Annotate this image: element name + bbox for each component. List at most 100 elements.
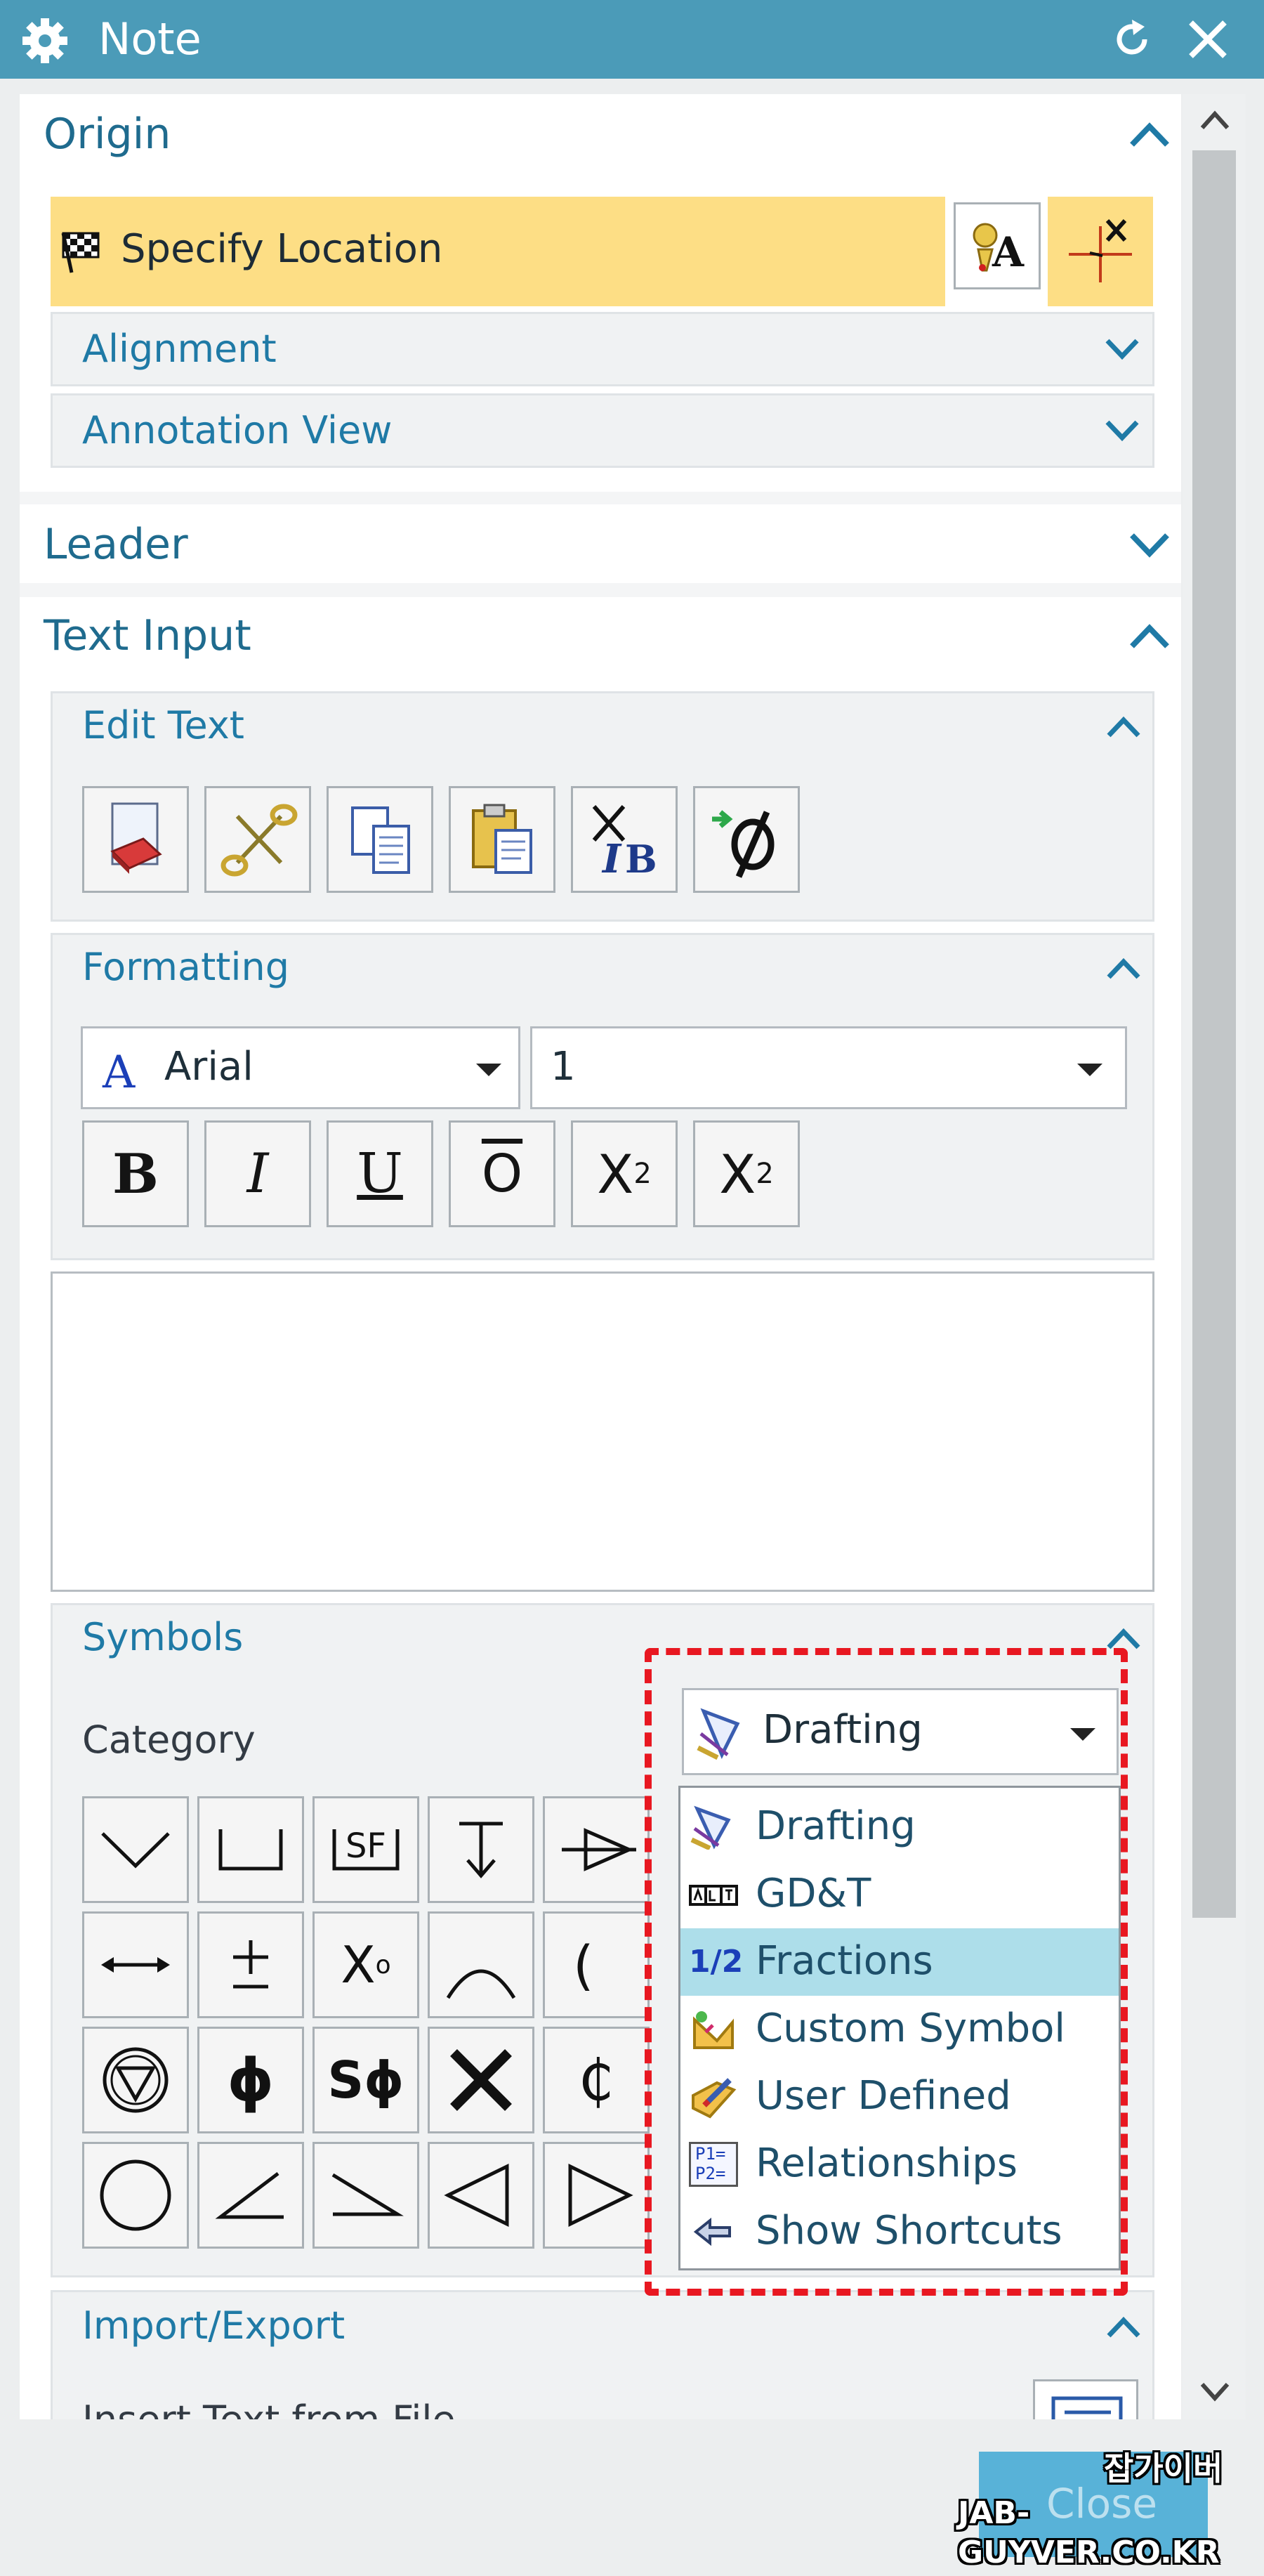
- chevron-up-icon[interactable]: [1106, 716, 1141, 740]
- degree-base: X: [341, 1935, 376, 1994]
- paste-button[interactable]: [449, 786, 555, 893]
- font-icon: A: [102, 1047, 136, 1094]
- formatting-header[interactable]: Formatting: [82, 945, 289, 990]
- centerline-label: ₵: [578, 2047, 614, 2113]
- point-dialog-button[interactable]: [1048, 197, 1153, 306]
- symbol-depth[interactable]: [428, 1796, 534, 1903]
- degree-label: Xo: [315, 1914, 417, 2016]
- insert-text-from-file-label: Insert Text from File: [82, 2398, 456, 2419]
- scrollbar-thumb[interactable]: [1192, 150, 1236, 1918]
- origin-tool-button[interactable]: A: [954, 202, 1041, 289]
- specify-location-row[interactable]: Specify Location: [51, 197, 945, 306]
- plus-minus-icon: [233, 1940, 268, 1989]
- subscript-label: X2: [695, 1123, 798, 1225]
- annotation-view-row[interactable]: Annotation View: [51, 393, 1154, 468]
- insert-symbol-button[interactable]: [693, 786, 800, 893]
- symbol-spotface[interactable]: SF: [312, 1796, 419, 1903]
- caret-down-icon: [1077, 1064, 1102, 1076]
- chevron-up-icon[interactable]: [1128, 121, 1171, 149]
- font-select[interactable]: A Arial: [81, 1026, 520, 1109]
- symbol-arc[interactable]: [428, 1911, 534, 2018]
- font-size-value: 1: [551, 1044, 576, 1090]
- text-input-header[interactable]: Text Input: [44, 611, 251, 660]
- symbol-spherical-diameter[interactable]: Sϕ: [312, 2027, 419, 2133]
- copy-button[interactable]: [327, 786, 433, 893]
- italic-button[interactable]: I: [204, 1120, 311, 1227]
- insert-file-button[interactable]: [1033, 2379, 1138, 2419]
- overline-button[interactable]: O: [449, 1120, 555, 1227]
- symbol-triangle-left[interactable]: [428, 2142, 534, 2249]
- cut-button[interactable]: [204, 786, 311, 893]
- spherical-diameter-label: Sϕ: [327, 2051, 404, 2110]
- bold-x-icon: [450, 2049, 512, 2111]
- superscript-exp: 2: [633, 1158, 652, 1190]
- leader-group[interactable]: Leader: [20, 504, 1181, 583]
- double-arrow-icon: [101, 1957, 170, 1973]
- edit-text-panel: Edit Text I B: [51, 691, 1154, 922]
- copy-icon: [351, 806, 410, 874]
- symbol-centerline[interactable]: ₵: [543, 2027, 650, 2133]
- arc-icon: [446, 1969, 516, 1999]
- subscript-button[interactable]: X2: [693, 1120, 800, 1227]
- paren-label: (: [573, 1933, 594, 1996]
- paste-icon: [472, 804, 532, 874]
- bold-label: B: [112, 1142, 159, 1206]
- gear-icon[interactable]: [20, 15, 70, 66]
- remove-format-icon: I B: [592, 805, 657, 882]
- bold-button[interactable]: B: [82, 1120, 189, 1227]
- counterbore-icon: [218, 1829, 283, 1871]
- specify-location-label: Specify Location: [121, 226, 443, 272]
- symbol-triangle-right[interactable]: [543, 2142, 650, 2249]
- origin-group: Origin Specify Location A Alignment Anno…: [20, 94, 1181, 492]
- symbol-arc-length-arrows[interactable]: [82, 1911, 189, 2018]
- symbol-conical-taper[interactable]: [543, 1796, 650, 1903]
- symbol-degree[interactable]: Xo: [312, 1911, 419, 2018]
- symbol-all-around[interactable]: [82, 2027, 189, 2133]
- clear-text-button[interactable]: [82, 786, 189, 893]
- chevron-up-icon[interactable]: [1106, 957, 1141, 981]
- chevron-down-icon: [1105, 339, 1139, 360]
- symbol-open-paren[interactable]: (: [543, 1911, 650, 2018]
- superscript-button[interactable]: X2: [571, 1120, 678, 1227]
- symbol-slope[interactable]: [312, 2142, 419, 2249]
- svg-text:A: A: [992, 228, 1025, 276]
- insert-phi-icon: [712, 810, 775, 878]
- overline-label: O: [481, 1144, 523, 1204]
- file-import-icon: [1051, 2396, 1123, 2419]
- origin-header[interactable]: Origin: [44, 110, 171, 159]
- watermark-url: JAB-GUYVER.CO.KR: [958, 2495, 1220, 2570]
- text-edit-area[interactable]: [51, 1271, 1154, 1592]
- close-icon[interactable]: [1185, 17, 1230, 62]
- reset-icon[interactable]: [1110, 17, 1154, 62]
- underline-label: U: [357, 1142, 403, 1205]
- svg-text:A: A: [102, 1047, 136, 1094]
- spotface-label: SF: [345, 1826, 387, 1866]
- watermark-korean: 잡가이버: [1104, 2450, 1223, 2487]
- symbol-square[interactable]: [428, 2027, 534, 2133]
- alignment-row[interactable]: Alignment: [51, 312, 1154, 386]
- underline-button[interactable]: U: [327, 1120, 433, 1227]
- symbol-angularity[interactable]: [197, 2142, 304, 2249]
- import-export-header[interactable]: Import/Export: [82, 2303, 345, 2348]
- formatting-panel: Formatting A Arial 1 B I U O X 2 X 2: [51, 933, 1154, 1260]
- edit-text-header[interactable]: Edit Text: [82, 703, 244, 748]
- symbol-plus-minus[interactable]: [197, 1911, 304, 2018]
- font-size-select[interactable]: 1: [530, 1026, 1127, 1109]
- chevron-up-icon[interactable]: [1106, 2316, 1141, 2340]
- svg-text:B: B: [625, 837, 657, 882]
- symbol-countersink[interactable]: [82, 1796, 189, 1903]
- red-dashed-annotation: [645, 1648, 1128, 2296]
- circle-icon: [100, 2159, 171, 2231]
- scroll-down-icon[interactable]: [1199, 2381, 1230, 2402]
- conical-taper-icon: [562, 1828, 636, 1871]
- scroll-up-icon[interactable]: [1199, 110, 1230, 131]
- italic-label: I: [246, 1142, 269, 1205]
- symbol-circle[interactable]: [82, 2142, 189, 2249]
- symbols-header[interactable]: Symbols: [82, 1615, 243, 1660]
- clear-formatting-button[interactable]: I B: [571, 786, 678, 893]
- symbol-counterbore[interactable]: [197, 1796, 304, 1903]
- symbol-diameter[interactable]: ϕ: [197, 2027, 304, 2133]
- chevron-up-icon[interactable]: [1128, 622, 1171, 650]
- chevron-down-icon: [1130, 533, 1169, 558]
- chevron-down-icon: [1105, 420, 1139, 442]
